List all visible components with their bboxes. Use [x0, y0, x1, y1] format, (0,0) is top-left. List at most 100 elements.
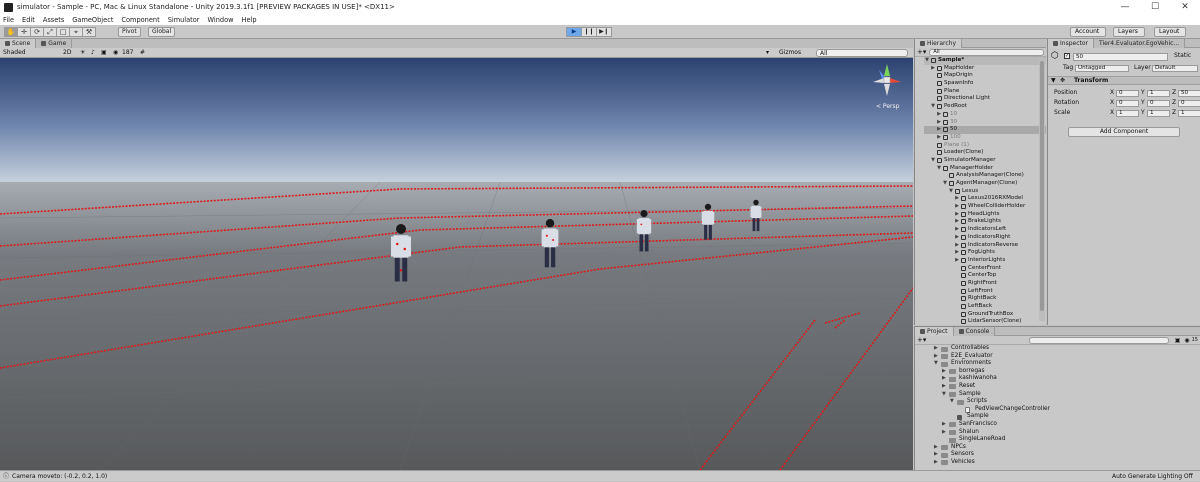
collapse-arrow-icon[interactable]: ▶ [936, 111, 942, 119]
project-item[interactable]: ▶ Vehicles [915, 459, 1200, 467]
expand-arrow-icon[interactable]: ▼ [930, 157, 936, 165]
scene-canvas[interactable]: < Persp [0, 58, 913, 470]
transform-tool-icon[interactable]: ⌖ [69, 27, 83, 37]
scene-viewport[interactable]: < Persp [0, 58, 913, 470]
project-item[interactable]: ▶ kashiwanoha [915, 375, 1200, 383]
project-item[interactable]: ▶ SanFrancisco [915, 421, 1200, 429]
move-tool-icon[interactable]: ✛ [17, 27, 31, 37]
tab-hierarchy[interactable]: Hierarchy [915, 39, 963, 48]
project-item[interactable]: PedViewChangeController [915, 406, 1200, 414]
project-item[interactable]: ▶ Shalun [915, 429, 1200, 437]
maximize-button[interactable]: ☐ [1140, 0, 1170, 14]
project-item[interactable]: ▼ Scripts [915, 398, 1200, 406]
tab-game[interactable]: Game [36, 39, 73, 48]
collapse-arrow-icon[interactable]: ▶ [954, 249, 960, 257]
step-button[interactable]: ▶❙ [596, 27, 612, 37]
menu-edit[interactable]: Edit [22, 16, 35, 24]
hierarchy-item[interactable]: RightFront [924, 280, 1046, 288]
axis-label[interactable]: X [1110, 89, 1114, 97]
axis-label[interactable]: Z [1172, 109, 1176, 117]
axis-label[interactable]: Z [1172, 89, 1176, 97]
expand-arrow-icon[interactable]: ▼ [1051, 77, 1056, 85]
project-item[interactable]: ▶ Reset [915, 383, 1200, 391]
collapse-arrow-icon[interactable]: ▶ [954, 211, 960, 219]
axis-label[interactable]: Y [1141, 99, 1145, 107]
filter-icon[interactable]: ▣ [1175, 337, 1181, 344]
rotate-tool-icon[interactable]: ⟳ [30, 27, 44, 37]
rotation-y-field[interactable]: 0 [1147, 100, 1170, 107]
axis-label[interactable]: Y [1141, 109, 1145, 117]
status-message[interactable]: Camera moveto: (-0.2, 0.2, 1.0) [12, 471, 107, 482]
hierarchy-item[interactable]: LeftBack [924, 303, 1046, 311]
create-button[interactable]: +▾ [917, 48, 926, 56]
collapse-arrow-icon[interactable]: ▶ [954, 257, 960, 265]
transform-header[interactable]: ▼ ✥ Transform [1048, 76, 1200, 85]
minimize-button[interactable]: — [1110, 0, 1140, 14]
close-button[interactable]: ✕ [1170, 0, 1200, 14]
expand-arrow-icon[interactable]: ▼ [950, 398, 954, 406]
add-component-button[interactable]: Add Component [1068, 127, 1180, 137]
project-item[interactable]: ▶ E2E_Evaluator [915, 353, 1200, 361]
static-toggle[interactable]: Static [1174, 52, 1191, 60]
expand-arrow-icon[interactable]: ▼ [934, 360, 938, 368]
project-item[interactable]: ▶ borregas [915, 368, 1200, 376]
hierarchy-item[interactable]: ▶ Lexus2016RXModel [924, 195, 1046, 203]
project-item[interactable]: ▶ Controllables [915, 345, 1200, 353]
collapse-arrow-icon[interactable]: ▶ [942, 375, 946, 383]
expand-arrow-icon[interactable]: ▼ [948, 188, 954, 196]
hierarchy-item[interactable]: ▶ MapHolder [924, 65, 1046, 73]
collapse-arrow-icon[interactable]: ▶ [942, 383, 946, 391]
hierarchy-item[interactable]: ▶ 50 [924, 126, 1046, 134]
axis-label[interactable]: Y [1141, 89, 1145, 97]
hidden-objects-icon[interactable]: ◉ [113, 49, 118, 57]
rotation-z-field[interactable]: 0 [1178, 100, 1200, 107]
hierarchy-item[interactable]: LidarSensor(Clone) [924, 318, 1046, 326]
collapse-arrow-icon[interactable]: ▶ [930, 65, 936, 73]
hierarchy-item[interactable]: ▶ InteriorLights [924, 257, 1046, 265]
hierarchy-item[interactable]: AnalysisManager(Clone) [924, 172, 1046, 180]
expand-arrow-icon[interactable]: ▼ [942, 391, 946, 399]
project-item[interactable]: Sample [915, 413, 1200, 421]
hierarchy-search-input[interactable]: All [929, 48, 1044, 56]
hierarchy-item[interactable]: Plane [924, 88, 1046, 96]
account-dropdown[interactable]: Account [1070, 27, 1107, 37]
menu-window[interactable]: Window [208, 16, 234, 24]
collapse-arrow-icon[interactable]: ▶ [954, 226, 960, 234]
hierarchy-item[interactable]: SpawnInfo [924, 80, 1046, 88]
position-y-field[interactable]: 1 [1147, 90, 1170, 97]
layer-dropdown[interactable]: Default [1152, 65, 1198, 72]
hierarchy-item[interactable]: ▶ WheelColliderHolder [924, 203, 1046, 211]
hierarchy-scrollbar[interactable] [1039, 59, 1045, 321]
hierarchy-item[interactable]: ▶ BrakeLights [924, 218, 1046, 226]
hierarchy-item[interactable]: LeftFront [924, 288, 1046, 296]
hierarchy-item[interactable]: ▼ PedRoot [924, 103, 1046, 111]
project-item[interactable]: SingleLaneRoad [915, 436, 1200, 444]
project-item[interactable]: ▶ NPCs [915, 444, 1200, 452]
collapse-arrow-icon[interactable]: ▶ [954, 234, 960, 242]
global-toggle[interactable]: Global [148, 27, 176, 37]
hierarchy-item[interactable]: CenterFront [924, 265, 1046, 273]
grid-toggle-icon[interactable]: # [140, 49, 145, 57]
tab-console[interactable]: Console [953, 327, 996, 336]
hand-tool-icon[interactable]: ✋ [4, 27, 18, 37]
lighting-status[interactable]: Auto Generate Lighting Off [1112, 471, 1193, 482]
custom-tool-icon[interactable]: ⚒ [82, 27, 96, 37]
axis-label[interactable]: X [1110, 99, 1114, 107]
hidden-packages-icon[interactable]: ◉ [1184, 337, 1189, 344]
hierarchy-item[interactable]: ▶ IndicatorsReverse [924, 242, 1046, 250]
collapse-arrow-icon[interactable]: ▶ [954, 242, 960, 250]
layout-dropdown[interactable]: Layout [1154, 27, 1187, 37]
menu-simulator[interactable]: Simulator [168, 16, 200, 24]
collapse-arrow-icon[interactable]: ▶ [936, 134, 942, 142]
collapse-arrow-icon[interactable]: ▶ [934, 345, 938, 353]
hierarchy-item[interactable]: ▶ 10 [924, 111, 1046, 119]
active-checkbox[interactable]: ✓ [1064, 53, 1070, 59]
project-item[interactable]: ▼ Sample [915, 391, 1200, 399]
position-z-field[interactable]: 50 [1178, 90, 1200, 97]
hierarchy-item[interactable]: CenterTop [924, 272, 1046, 280]
hierarchy-item[interactable]: MapOrigin [924, 72, 1046, 80]
hierarchy-item[interactable]: ▼ Sample* [924, 57, 1046, 65]
hierarchy-item[interactable]: ▶ 30 [924, 119, 1046, 127]
hierarchy-item[interactable]: GroundTruthBox [924, 311, 1046, 319]
collapse-arrow-icon[interactable]: ▶ [942, 368, 946, 376]
